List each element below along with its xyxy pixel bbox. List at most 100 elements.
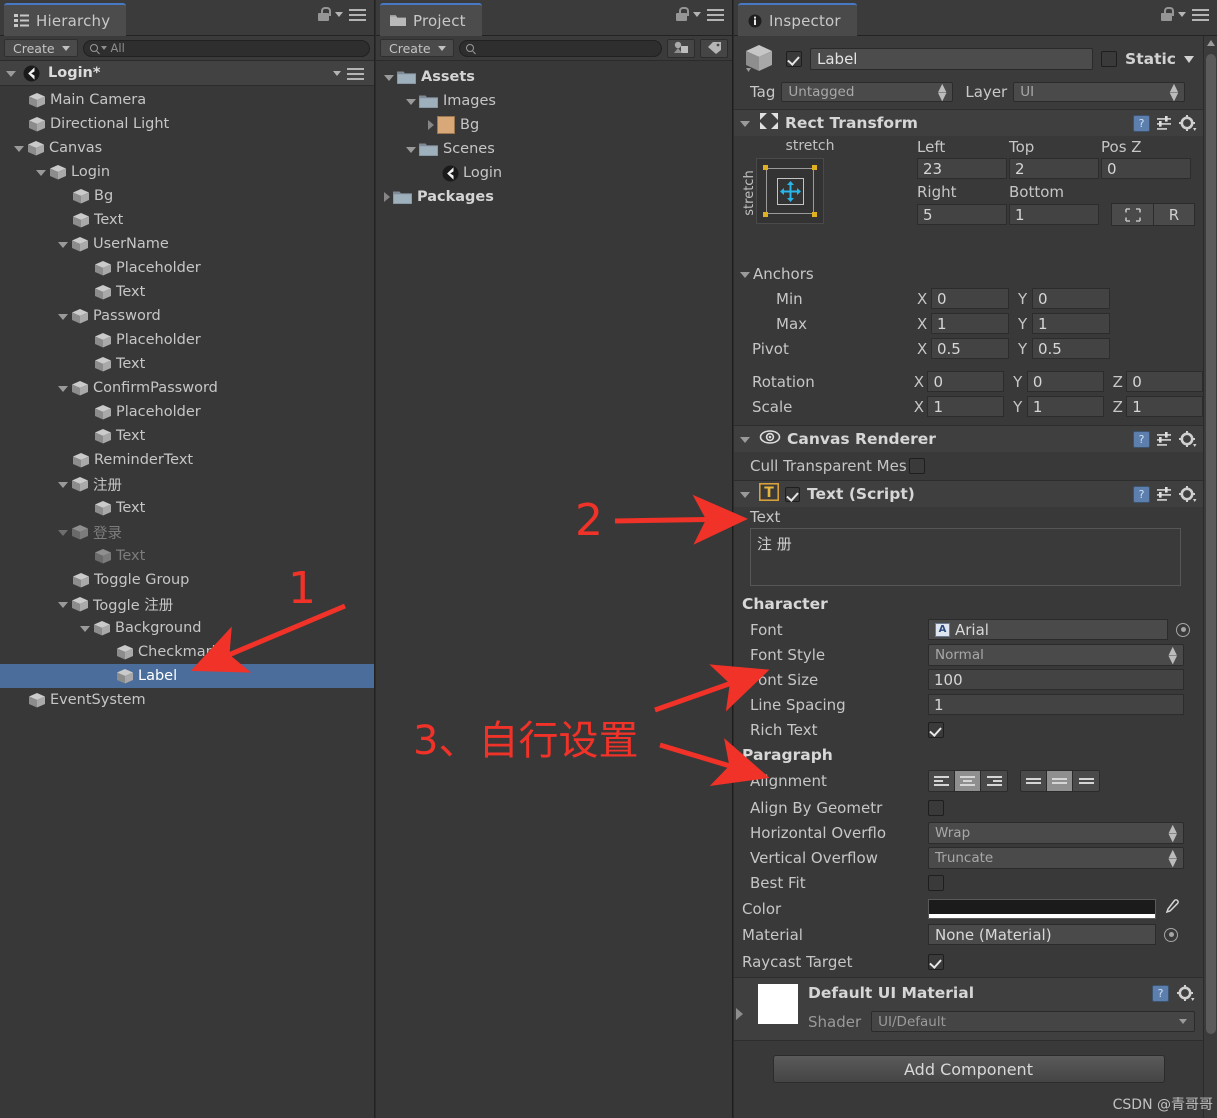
menu-icon[interactable] bbox=[349, 8, 366, 21]
filter-by-label-icon[interactable] bbox=[700, 38, 728, 58]
cull-transparent-checkbox[interactable] bbox=[908, 458, 925, 474]
gear-icon[interactable] bbox=[1179, 430, 1197, 448]
anchor-preset-widget[interactable] bbox=[756, 158, 824, 224]
hierarchy-item-background[interactable]: Background bbox=[0, 616, 374, 640]
anchors-foldout[interactable]: Anchors bbox=[734, 261, 1203, 286]
align-right-button[interactable] bbox=[981, 771, 1007, 791]
expand-collapse-icon[interactable] bbox=[384, 75, 394, 81]
hierarchy-item-eventsystem[interactable]: EventSystem bbox=[0, 688, 374, 712]
tab-inspector[interactable]: Inspector bbox=[738, 3, 857, 36]
project-item-scenes[interactable]: Scenes bbox=[376, 137, 732, 161]
expand-collapse-icon[interactable] bbox=[428, 120, 434, 130]
expand-collapse-icon[interactable] bbox=[58, 386, 68, 392]
hierarchy-item-password[interactable]: Password bbox=[0, 304, 374, 328]
font-style-dropdown[interactable]: Normal ▲ ▼ bbox=[928, 643, 1184, 666]
menu-icon[interactable] bbox=[1192, 8, 1209, 21]
hierarchy-item-text[interactable]: Text bbox=[0, 544, 374, 568]
static-dropdown-chevron-icon[interactable] bbox=[1184, 55, 1194, 63]
color-field[interactable] bbox=[928, 898, 1156, 919]
posz-field[interactable]: 0 bbox=[1101, 158, 1191, 179]
preset-icon[interactable] bbox=[1156, 486, 1173, 502]
alignment-horizontal-group[interactable] bbox=[928, 770, 1008, 792]
hierarchy-item-bg[interactable]: Bg bbox=[0, 184, 374, 208]
text-script-enabled-checkbox[interactable] bbox=[785, 486, 800, 502]
lock-icon[interactable] bbox=[1160, 7, 1174, 22]
hierarchy-item-toggle-注册[interactable]: Toggle 注册 bbox=[0, 592, 374, 616]
hierarchy-search-input[interactable]: All bbox=[82, 39, 370, 57]
text-value-textarea[interactable]: 注 册 bbox=[750, 528, 1181, 586]
add-component-button[interactable]: Add Component bbox=[772, 1055, 1165, 1083]
hierarchy-item-toggle-group[interactable]: Toggle Group bbox=[0, 568, 374, 592]
expand-collapse-icon[interactable] bbox=[58, 314, 68, 320]
project-create-button[interactable]: Create bbox=[380, 39, 454, 57]
align-left-button[interactable] bbox=[929, 771, 955, 791]
canvas-renderer-header[interactable]: Canvas Renderer ? bbox=[734, 426, 1203, 452]
alignment-vertical-group[interactable] bbox=[1020, 770, 1100, 792]
help-icon[interactable]: ? bbox=[1133, 485, 1150, 503]
project-item-login[interactable]: Login bbox=[376, 161, 732, 185]
hierarchy-item-remindertext[interactable]: ReminderText bbox=[0, 448, 374, 472]
project-item-assets[interactable]: Assets bbox=[376, 65, 732, 89]
font-select-icon[interactable] bbox=[1176, 622, 1190, 637]
align-middle-button[interactable] bbox=[1047, 771, 1073, 791]
hierarchy-create-button[interactable]: Create bbox=[4, 39, 78, 57]
hierarchy-item-main-camera[interactable]: Main Camera bbox=[0, 88, 374, 112]
scale-y-field[interactable]: 1 bbox=[1026, 396, 1104, 417]
hierarchy-item-text[interactable]: Text bbox=[0, 352, 374, 376]
gear-icon[interactable] bbox=[1179, 114, 1197, 132]
hierarchy-item-placeholder[interactable]: Placeholder bbox=[0, 328, 374, 352]
rect-transform-header[interactable]: Rect Transform ? bbox=[734, 110, 1203, 136]
hierarchy-item-username[interactable]: UserName bbox=[0, 232, 374, 256]
expand-collapse-icon[interactable] bbox=[58, 530, 68, 536]
chevron-down-icon[interactable] bbox=[693, 12, 701, 17]
raycast-target-checkbox[interactable] bbox=[928, 954, 944, 970]
lock-icon[interactable] bbox=[675, 7, 689, 22]
text-script-header[interactable]: T Text (Script) ? bbox=[734, 481, 1203, 507]
chevron-down-icon[interactable] bbox=[333, 71, 341, 76]
expand-collapse-icon[interactable] bbox=[406, 99, 416, 105]
material-expand-icon[interactable] bbox=[736, 1008, 743, 1020]
hierarchy-item-text[interactable]: Text bbox=[0, 496, 374, 520]
pivot-x-field[interactable]: 0.5 bbox=[931, 338, 1009, 359]
preset-icon[interactable] bbox=[1156, 431, 1173, 447]
align-by-geometry-checkbox[interactable] bbox=[928, 799, 944, 816]
shader-dropdown[interactable]: UI/Default bbox=[871, 1011, 1195, 1032]
lock-icon[interactable] bbox=[317, 7, 331, 22]
help-icon[interactable]: ? bbox=[1133, 114, 1150, 132]
inspector-scrollbar[interactable] bbox=[1203, 36, 1217, 1118]
vertical-overflow-dropdown[interactable]: Truncate ▲ ▼ bbox=[928, 846, 1184, 869]
scale-z-field[interactable]: 1 bbox=[1126, 396, 1203, 417]
project-item-bg[interactable]: Bg bbox=[376, 113, 732, 137]
chevron-down-icon[interactable] bbox=[1178, 12, 1186, 17]
bottom-field[interactable]: 1 bbox=[1009, 204, 1099, 225]
layer-dropdown[interactable]: UI ▲ ▼ bbox=[1013, 82, 1186, 102]
material-object-field[interactable]: None (Material) bbox=[928, 924, 1156, 945]
gameobject-name-field[interactable]: Label bbox=[810, 48, 1094, 70]
collapse-icon[interactable] bbox=[740, 492, 750, 498]
hierarchy-item-canvas[interactable]: Canvas bbox=[0, 136, 374, 160]
align-top-button[interactable] bbox=[1021, 771, 1047, 791]
rich-text-checkbox[interactable] bbox=[928, 721, 944, 738]
anchor-min-x-field[interactable]: 0 bbox=[931, 288, 1009, 309]
menu-icon[interactable] bbox=[707, 8, 724, 21]
expand-collapse-icon[interactable] bbox=[384, 192, 390, 202]
anchors-collapse-icon[interactable] bbox=[740, 271, 750, 278]
expand-collapse-icon[interactable] bbox=[36, 170, 46, 176]
best-fit-checkbox[interactable] bbox=[928, 874, 944, 891]
align-center-button[interactable] bbox=[955, 771, 981, 791]
top-field[interactable]: 2 bbox=[1009, 158, 1099, 179]
filter-by-type-icon[interactable] bbox=[667, 38, 695, 58]
scrollbar-thumb[interactable] bbox=[1206, 54, 1216, 1034]
scene-expand-icon[interactable] bbox=[6, 71, 16, 77]
expand-collapse-icon[interactable] bbox=[58, 242, 68, 248]
expand-collapse-icon[interactable] bbox=[80, 626, 90, 632]
horizontal-overflow-dropdown[interactable]: Wrap ▲ ▼ bbox=[928, 821, 1184, 844]
right-field[interactable]: 5 bbox=[917, 204, 1007, 225]
anchor-min-y-field[interactable]: 0 bbox=[1032, 288, 1110, 309]
hierarchy-item-注册[interactable]: 注册 bbox=[0, 472, 374, 496]
blueprint-mode-button[interactable] bbox=[1111, 203, 1153, 226]
hierarchy-item-placeholder[interactable]: Placeholder bbox=[0, 400, 374, 424]
hierarchy-item-directional-light[interactable]: Directional Light bbox=[0, 112, 374, 136]
gear-icon[interactable] bbox=[1179, 485, 1197, 503]
anchor-max-y-field[interactable]: 1 bbox=[1032, 313, 1110, 334]
